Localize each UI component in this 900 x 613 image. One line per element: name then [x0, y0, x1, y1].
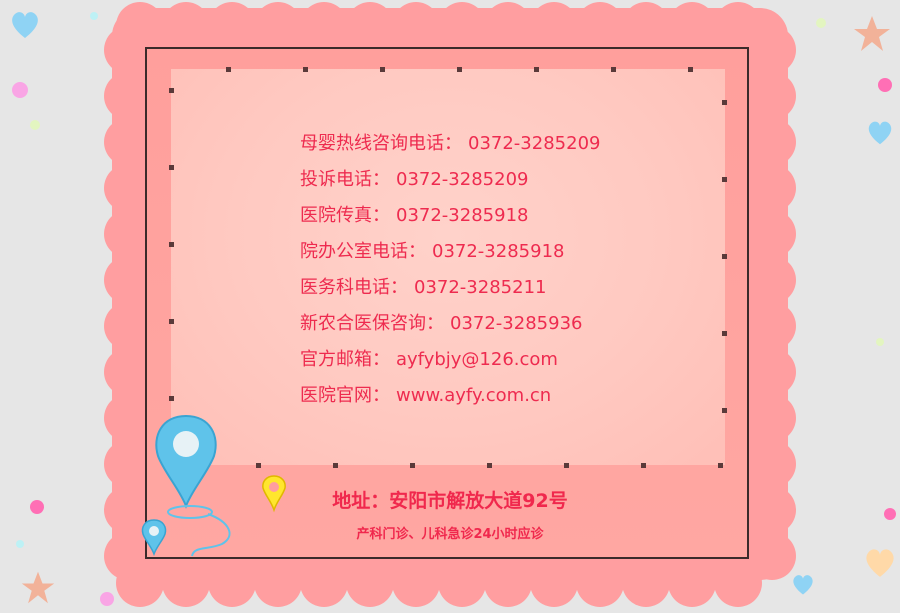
contact-item-office: 院办公室电话： 0372-3285918 — [300, 238, 600, 274]
tick-mark — [380, 67, 385, 72]
contact-item-fax: 医院传真： 0372-3285918 — [300, 202, 600, 238]
page: 母婴热线咨询电话： 0372-3285209 投诉电话： 0372-3285209 … — [0, 0, 900, 613]
contact-label: 官方邮箱： — [300, 349, 390, 370]
address-block: 地址：安阳市解放大道92号 产科门诊、儿科急诊24小时应诊 — [300, 486, 600, 542]
contact-label: 投诉电话： — [300, 169, 390, 190]
heart-icon — [866, 549, 894, 577]
tick-mark — [169, 88, 174, 93]
dot-icon — [878, 78, 892, 92]
contact-item-website[interactable]: 医院官网： www.ayfy.com.cn — [300, 382, 600, 418]
tick-mark — [641, 463, 646, 468]
dot-icon — [30, 500, 44, 514]
tick-mark — [169, 242, 174, 247]
contact-label: 新农合医保咨询： — [300, 313, 444, 334]
tick-mark — [256, 463, 261, 468]
contact-value: 0372-3285918 — [396, 205, 529, 226]
contact-item-insurance: 新农合医保咨询： 0372-3285936 — [300, 310, 600, 346]
contact-value: 0372-3285209 — [396, 169, 529, 190]
heart-icon — [793, 575, 813, 595]
dot-icon — [12, 82, 28, 98]
tick-mark — [333, 463, 338, 468]
tick-mark — [410, 463, 415, 468]
dot-icon — [16, 540, 24, 548]
contact-list: 母婴热线咨询电话： 0372-3285209 投诉电话： 0372-3285209 … — [300, 130, 600, 418]
tick-mark — [169, 165, 174, 170]
tick-mark — [722, 254, 727, 259]
contact-label: 院办公室电话： — [300, 241, 426, 262]
dot-icon — [90, 12, 98, 20]
tick-mark — [457, 67, 462, 72]
tick-mark — [611, 67, 616, 72]
heart-icon — [12, 12, 38, 38]
dot-icon — [100, 592, 114, 606]
dot-icon — [30, 120, 40, 130]
dot-icon — [816, 18, 826, 28]
star-icon — [854, 16, 890, 51]
tick-mark — [169, 319, 174, 324]
tick-mark — [169, 396, 174, 401]
tick-mark — [564, 463, 569, 468]
tick-mark — [722, 177, 727, 182]
contact-item-complaint: 投诉电话： 0372-3285209 — [300, 166, 600, 202]
heart-icon — [868, 121, 892, 145]
tick-mark — [303, 67, 308, 72]
dot-icon — [884, 508, 896, 520]
contact-item-email[interactable]: 官方邮箱： ayfybjy@126.com — [300, 346, 600, 382]
email-link[interactable]: ayfybjy@126.com — [396, 349, 558, 370]
contact-value: 0372-3285936 — [450, 313, 583, 334]
star-icon — [21, 571, 55, 604]
dot-icon — [876, 338, 884, 346]
address-text: 地址：安阳市解放大道92号 — [332, 490, 568, 512]
contact-value: 0372-3285211 — [414, 277, 547, 298]
tick-mark — [487, 463, 492, 468]
contact-item-hotline: 母婴热线咨询电话： 0372-3285209 — [300, 130, 600, 166]
contact-label: 医院官网： — [300, 385, 390, 406]
tick-mark — [226, 67, 231, 72]
tick-mark — [688, 67, 693, 72]
hours-text: 产科门诊、儿科急诊24小时应诊 — [356, 527, 544, 542]
tick-mark — [722, 408, 727, 413]
tick-mark — [718, 463, 723, 468]
tick-mark — [722, 100, 727, 105]
contact-value: 0372-3285918 — [432, 241, 565, 262]
tick-mark — [534, 67, 539, 72]
yellow-location-pin-icon — [262, 475, 286, 513]
contact-label: 母婴热线咨询电话： — [300, 133, 462, 154]
contact-label: 医院传真： — [300, 205, 390, 226]
tick-mark — [722, 331, 727, 336]
contact-item-medical: 医务科电话： 0372-3285211 — [300, 274, 600, 310]
small-location-pin-icon — [141, 519, 167, 557]
contact-label: 医务科电话： — [300, 277, 408, 298]
contact-value: 0372-3285209 — [468, 133, 601, 154]
website-link[interactable]: www.ayfy.com.cn — [396, 385, 551, 406]
